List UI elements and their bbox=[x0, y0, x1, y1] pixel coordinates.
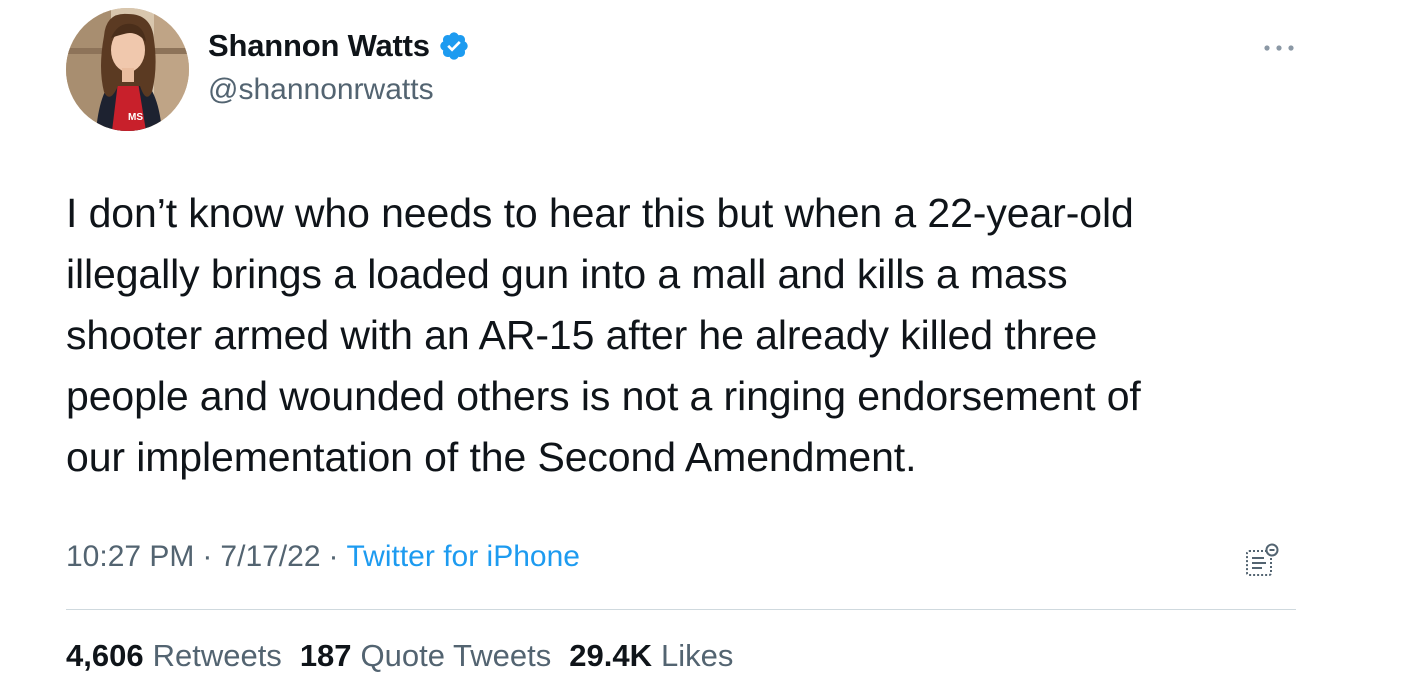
quote-tweets-count: 187 bbox=[299, 638, 352, 673]
author-name-row: Shannon Watts bbox=[208, 28, 470, 64]
verified-badge-icon bbox=[440, 32, 468, 60]
tweet-card: MS Shannon Watts @shannonrwatts I don’t … bbox=[0, 0, 1419, 696]
meta-separator: · bbox=[328, 540, 339, 573]
more-options-icon[interactable] bbox=[1262, 38, 1296, 58]
retweets-label: Retweets bbox=[152, 638, 282, 673]
tweet-source-link[interactable]: Twitter for iPhone bbox=[347, 540, 580, 574]
avatar-shirt-text: MS bbox=[128, 112, 143, 123]
tweet-analytics-icon[interactable] bbox=[1244, 543, 1280, 579]
avatar[interactable]: MS bbox=[66, 8, 189, 131]
likes-count: 29.4K bbox=[569, 638, 652, 673]
tweet-date[interactable]: 7/17/22 bbox=[220, 540, 320, 574]
tweet-text: I don’t know who needs to hear this but … bbox=[66, 190, 1141, 480]
tweet-meta: 10:27 PM · 7/17/22 · Twitter for iPhone bbox=[66, 540, 580, 574]
retweets-stat[interactable]: 4,606 Retweets bbox=[66, 638, 282, 674]
avatar-image: MS bbox=[66, 8, 189, 131]
meta-separator: · bbox=[202, 540, 213, 573]
likes-label: Likes bbox=[661, 638, 734, 673]
retweets-count: 4,606 bbox=[66, 638, 144, 673]
divider bbox=[66, 609, 1296, 610]
tweet-time[interactable]: 10:27 PM bbox=[66, 540, 194, 574]
author-handle[interactable]: @shannonrwatts bbox=[208, 73, 434, 107]
likes-stat[interactable]: 29.4K Likes bbox=[569, 638, 733, 674]
quote-tweets-stat[interactable]: 187 Quote Tweets bbox=[300, 638, 551, 674]
quote-tweets-label: Quote Tweets bbox=[360, 638, 552, 673]
display-name[interactable]: Shannon Watts bbox=[208, 28, 430, 64]
engagement-stats: 4,606 Retweets 187 Quote Tweets 29.4K Likes bbox=[66, 638, 751, 674]
